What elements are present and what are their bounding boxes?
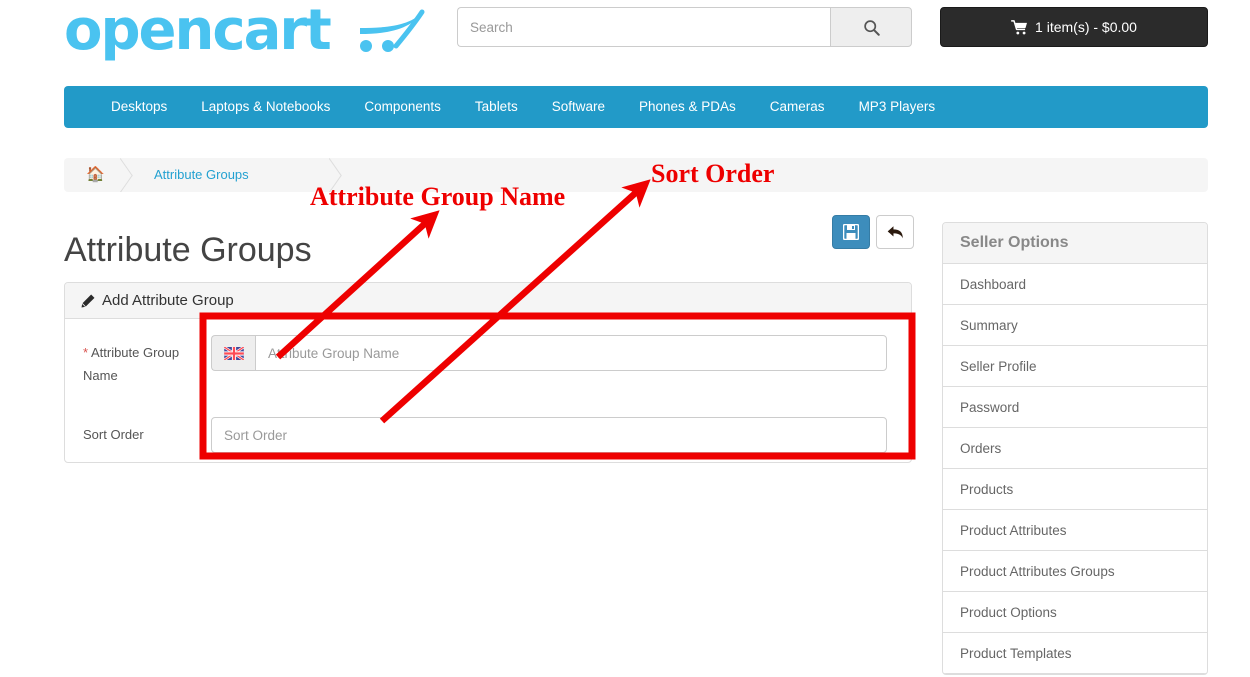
nav-item-components[interactable]: Components — [347, 86, 458, 128]
label-text: Sort Order — [83, 427, 144, 442]
label-attribute-group-name: * Attribute Group Name — [83, 335, 211, 387]
shopping-cart-swoosh-icon — [360, 9, 425, 52]
sidebar-item-seller-profile[interactable]: Seller Profile — [943, 346, 1207, 387]
panel-header: Add Attribute Group — [65, 283, 911, 319]
breadcrumb-item-attribute-groups[interactable]: Attribute Groups — [154, 158, 249, 192]
panel-title: Add Attribute Group — [102, 292, 234, 309]
nav-item-laptops-notebooks[interactable]: Laptops & Notebooks — [184, 86, 347, 128]
search-button[interactable] — [830, 7, 912, 47]
sidebar-title: Seller Options — [943, 223, 1207, 264]
cart-label: 1 item(s) - $0.00 — [1035, 19, 1137, 35]
row-spacer — [83, 387, 893, 417]
sidebar-item-summary[interactable]: Summary — [943, 305, 1207, 346]
breadcrumb-separator — [108, 158, 142, 192]
nav-item-desktops[interactable]: Desktops — [94, 86, 184, 128]
home-icon[interactable]: 🏠 — [86, 158, 105, 192]
form-row-sort-order: Sort Order — [83, 417, 893, 453]
cart-button[interactable]: 1 item(s) - $0.00 — [940, 7, 1208, 47]
sidebar-item-product-attributes-groups[interactable]: Product Attributes Groups — [943, 551, 1207, 592]
nav-item-mp3-players[interactable]: MP3 Players — [842, 86, 953, 128]
panel-body: * Attribute Group Name Attribute Group N… — [65, 319, 911, 453]
sidebar-item-dashboard[interactable]: Dashboard — [943, 264, 1207, 305]
attribute-group-name-input-group — [211, 335, 887, 371]
page-title: Attribute Groups — [64, 231, 312, 269]
breadcrumb: 🏠 Attribute Groups — [64, 158, 1208, 192]
sidebar-item-product-attributes[interactable]: Product Attributes — [943, 510, 1207, 551]
nav-item-tablets[interactable]: Tablets — [458, 86, 535, 128]
attribute-group-name-input[interactable] — [255, 335, 887, 371]
sidebar-item-product-options[interactable]: Product Options — [943, 592, 1207, 633]
opencart-seller-attribute-groups-page: opencart 1 item(s) - $0.00 — [0, 0, 1250, 677]
site-header: opencart 1 item(s) - $0.00 — [0, 0, 1250, 84]
back-button[interactable] — [876, 215, 914, 249]
shopping-cart-icon — [1011, 19, 1028, 34]
floppy-disk-save-icon — [843, 224, 859, 240]
sort-order-input[interactable] — [211, 417, 887, 453]
uk-flag-icon — [223, 346, 244, 360]
search-icon — [863, 19, 880, 36]
field-column — [211, 335, 893, 387]
field-column — [211, 417, 893, 453]
language-addon[interactable] — [211, 335, 255, 371]
annotation-label-sort-order: Sort Order — [651, 159, 775, 188]
label-text: Attribute Group Name — [83, 345, 180, 383]
opencart-logo[interactable]: opencart — [64, 2, 332, 60]
required-marker: * — [83, 345, 89, 360]
sidebar-item-products[interactable]: Products — [943, 469, 1207, 510]
save-button[interactable] — [832, 215, 870, 249]
search-input[interactable] — [457, 7, 830, 47]
label-sort-order: Sort Order — [83, 417, 211, 453]
pencil-icon — [81, 294, 95, 307]
annotation-label-attribute-group-name: Attribute Group Name — [310, 182, 566, 211]
seller-options-sidebar: Seller Options Dashboard Summary Seller … — [942, 222, 1208, 675]
sidebar-item-password[interactable]: Password — [943, 387, 1207, 428]
form-row-attribute-group-name: * Attribute Group Name — [83, 335, 893, 387]
nav-item-software[interactable]: Software — [535, 86, 622, 128]
add-attribute-group-panel: Add Attribute Group * Attribute Group Na… — [64, 282, 912, 463]
sidebar-item-orders[interactable]: Orders — [943, 428, 1207, 469]
nav-item-phones-pdas[interactable]: Phones & PDAs — [622, 86, 753, 128]
search-bar — [457, 7, 912, 47]
sidebar-item-product-templates[interactable]: Product Templates — [943, 633, 1207, 674]
main-navigation: Desktops Laptops & Notebooks Components … — [64, 86, 1208, 128]
reply-back-arrow-icon — [887, 225, 903, 238]
nav-item-cameras[interactable]: Cameras — [753, 86, 842, 128]
